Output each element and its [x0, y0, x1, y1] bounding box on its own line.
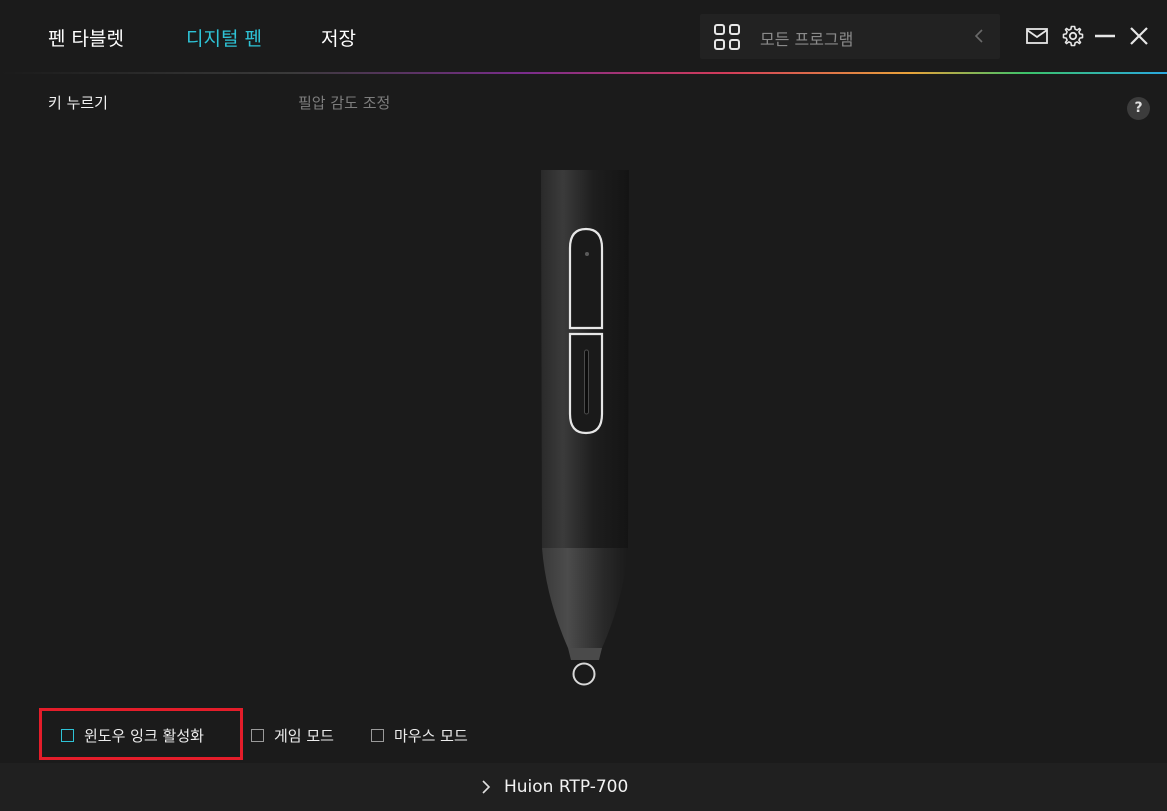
- chevron-right-icon: [482, 780, 491, 794]
- program-selector-label: 모든 프로그램: [760, 30, 854, 49]
- game-mode-label: 게임 모드: [274, 726, 334, 745]
- device-selector[interactable]: Huion RTP-700: [480, 777, 628, 797]
- windows-ink-checkbox-box[interactable]: [61, 728, 74, 742]
- accent-divider: [0, 72, 1167, 74]
- mouse-mode-checkbox-box[interactable]: [371, 728, 384, 742]
- mouse-mode-label: 마우스 모드: [394, 726, 468, 745]
- pen-collar: [568, 648, 602, 660]
- game-mode-checkbox[interactable]: 게임 모드: [251, 724, 334, 746]
- pen-cone: [542, 548, 628, 648]
- subtab-pressure-sensitivity[interactable]: 필압 감도 조정: [298, 92, 390, 113]
- top-bar: 펜 타블렛 디지털 펜 저장 모든 프로그램: [0, 0, 1167, 72]
- help-button[interactable]: ?: [1127, 97, 1150, 120]
- chevron-left-icon[interactable]: [972, 27, 986, 45]
- pen-upper-button[interactable]: [568, 227, 604, 330]
- device-name: Huion RTP-700: [504, 777, 629, 797]
- program-selector[interactable]: 모든 프로그램: [700, 14, 1000, 59]
- app-window: 펜 타블렛 디지털 펜 저장 모든 프로그램 키 누르기 필압 감도 조정 ? …: [0, 0, 1167, 811]
- subtab-key-press[interactable]: 키 누르기: [48, 92, 108, 113]
- tab-storage[interactable]: 저장: [321, 24, 356, 51]
- mail-icon[interactable]: [1025, 24, 1049, 48]
- gear-icon[interactable]: [1061, 24, 1085, 48]
- close-icon[interactable]: [1127, 24, 1151, 48]
- grid-icon: [714, 24, 740, 50]
- game-mode-checkbox-box[interactable]: [251, 728, 264, 742]
- windows-ink-label: 윈도우 잉크 활성화: [84, 726, 204, 745]
- pen-nib: [572, 662, 596, 686]
- minimize-icon[interactable]: [1093, 24, 1117, 48]
- pen-illustration: [541, 170, 629, 686]
- tab-pen-tablet[interactable]: 펜 타블렛: [48, 24, 124, 51]
- windows-ink-checkbox[interactable]: 윈도우 잉크 활성화: [61, 724, 204, 746]
- tab-digital-pen[interactable]: 디지털 펜: [186, 24, 262, 51]
- device-bar: Huion RTP-700: [0, 763, 1167, 811]
- mouse-mode-checkbox[interactable]: 마우스 모드: [371, 724, 468, 746]
- pen-lower-button[interactable]: [568, 332, 604, 435]
